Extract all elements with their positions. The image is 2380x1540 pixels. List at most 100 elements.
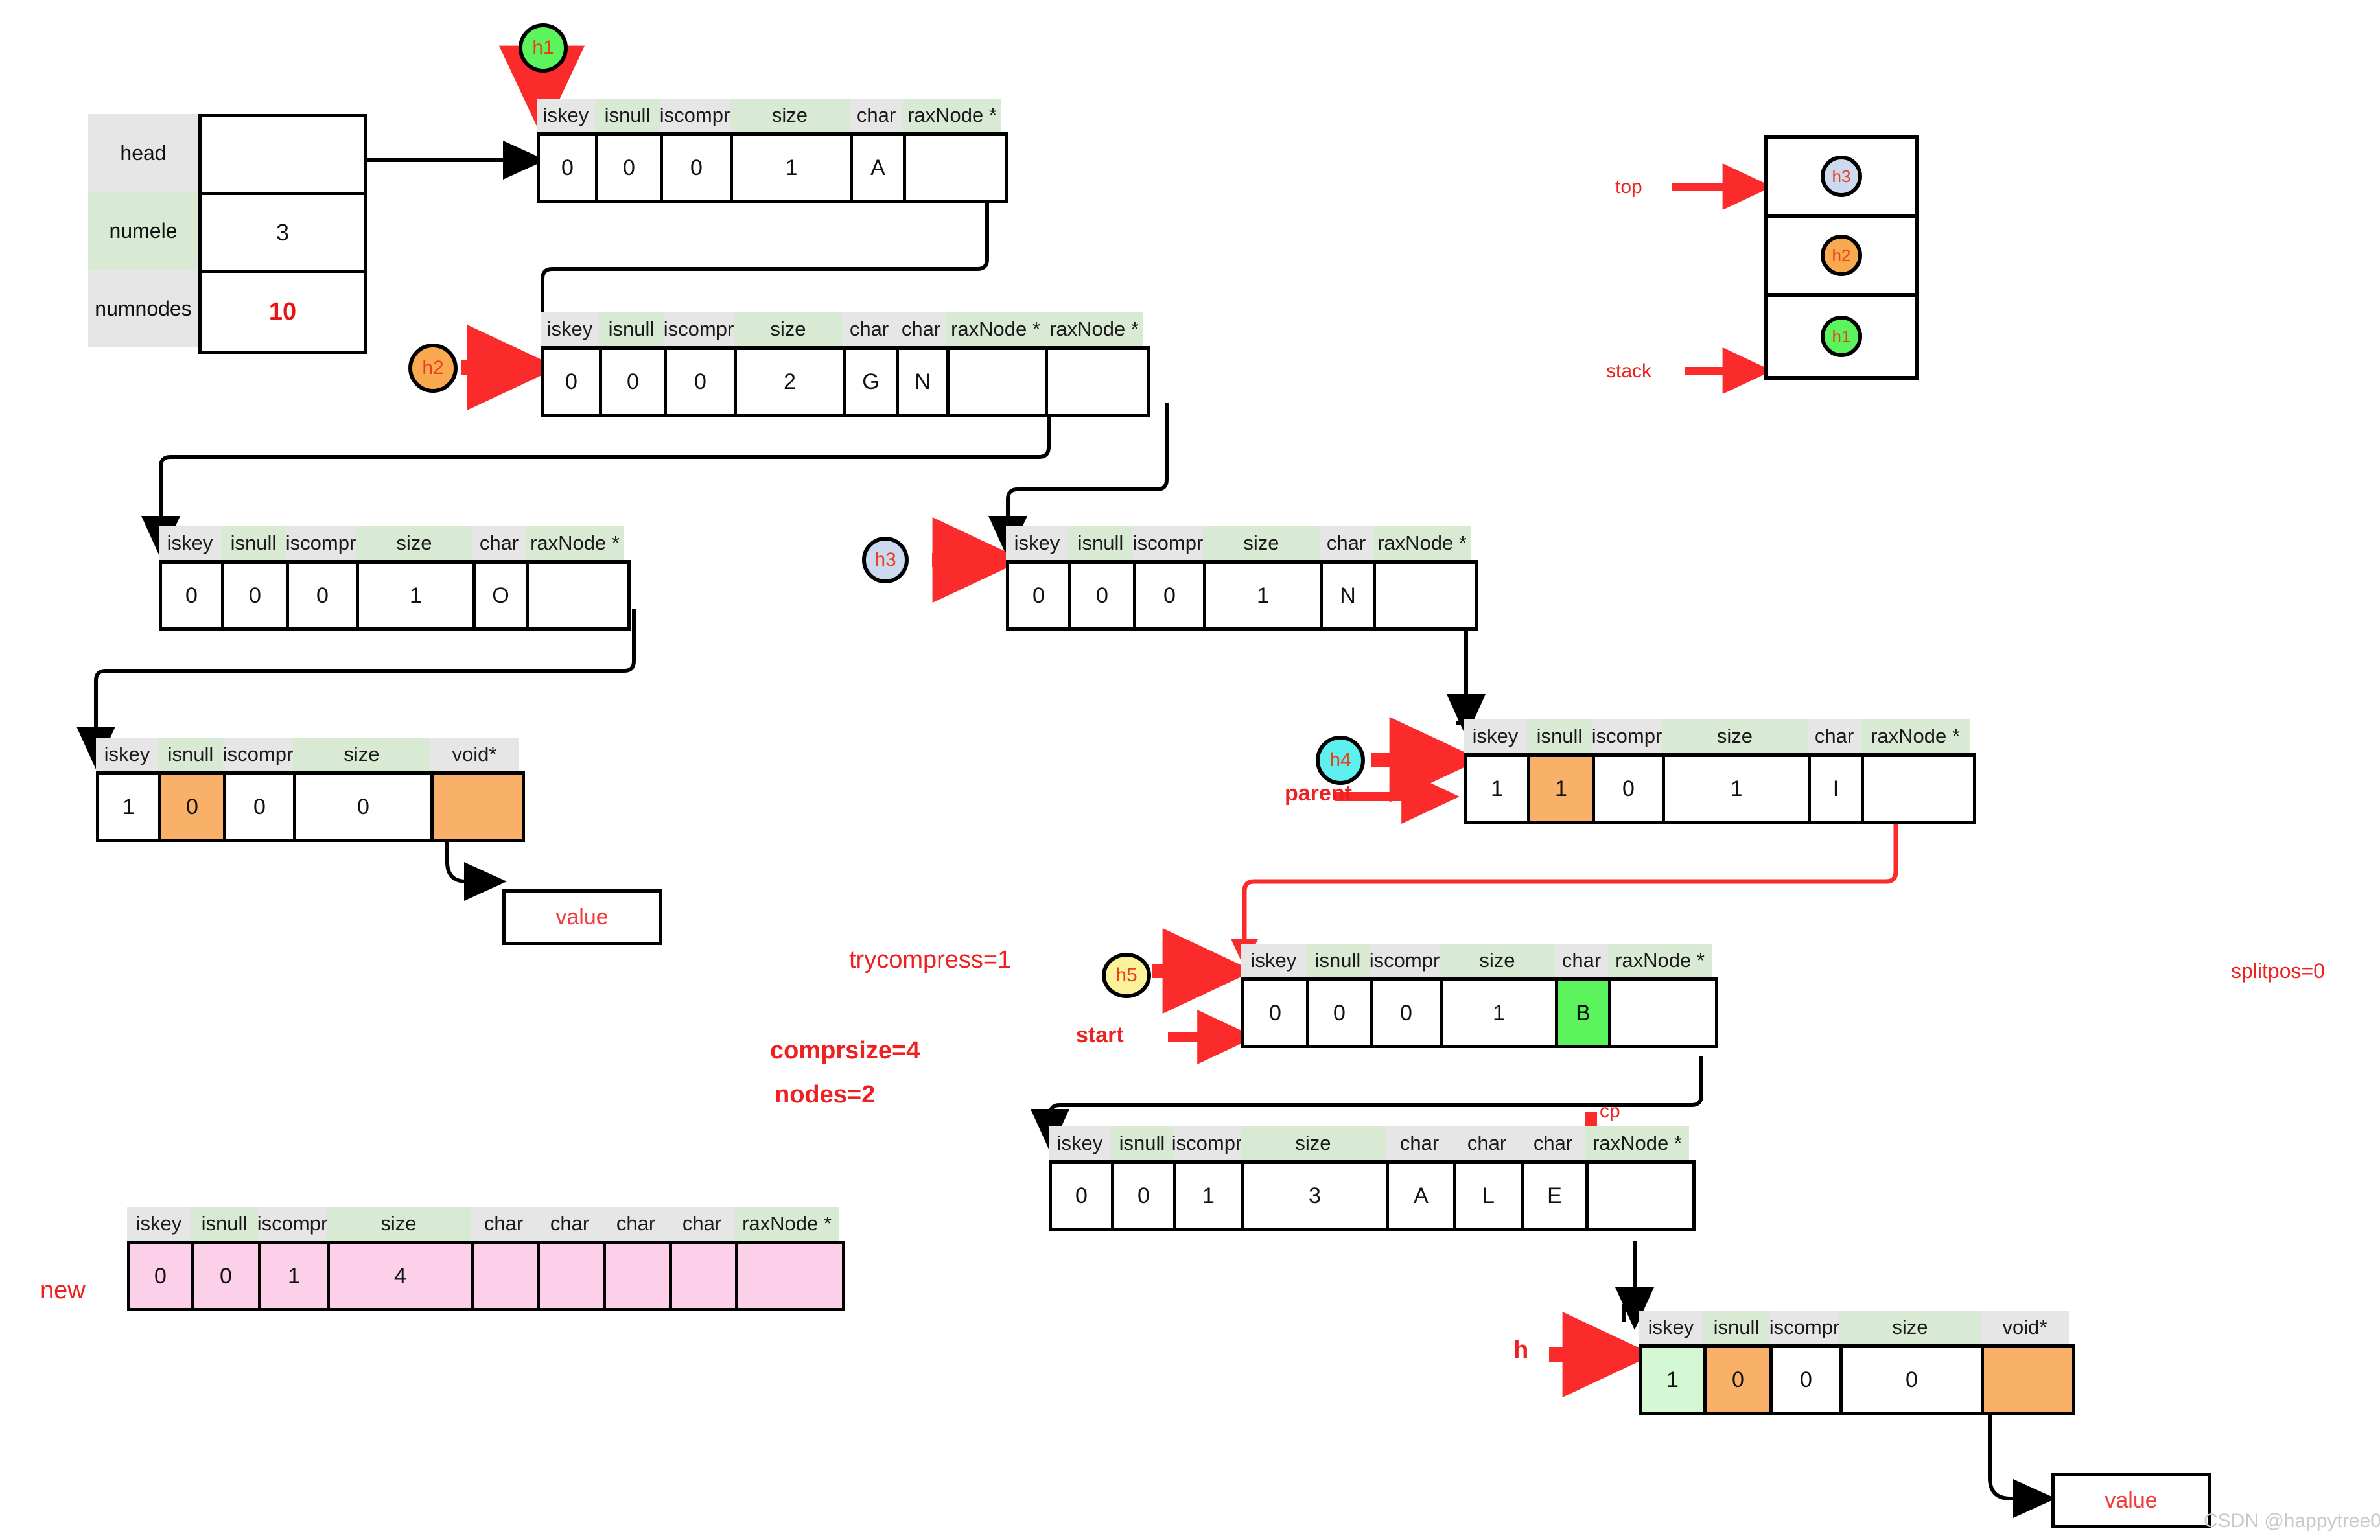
badge-stack-h2: h2 <box>1821 235 1862 276</box>
header-iscompr: iscompr <box>1370 944 1440 977</box>
badge-stack-h1-label: h1 <box>1832 326 1851 346</box>
header-char: char <box>1555 944 1608 977</box>
header-isnull: isnull <box>191 1207 258 1241</box>
header-iskey: iskey <box>127 1207 191 1241</box>
label-nodes-count: nodes=2 <box>775 1081 876 1108</box>
header-size: size <box>734 312 843 346</box>
cell-raxnode-2 <box>1048 350 1147 414</box>
cell-char-1 <box>474 1244 540 1308</box>
header-raxnode-1: raxNode * <box>946 312 1045 346</box>
node-h2-headers: iskey isnull iscompr size char char raxN… <box>541 312 1150 346</box>
header-isnull: isnull <box>1527 719 1592 753</box>
cell-char: O <box>476 564 529 627</box>
value-box-bottom: value <box>2051 1473 2211 1528</box>
badge-h3-label: h3 <box>874 549 896 570</box>
cell-char-2 <box>540 1244 606 1308</box>
header-char-3: char <box>1521 1126 1585 1160</box>
header-size: size <box>327 1207 471 1241</box>
header-size: size <box>730 99 850 132</box>
label-splitpos: splitpos=0 <box>2231 959 2325 983</box>
header-iskey: iskey <box>96 738 158 771</box>
header-char-4: char <box>669 1207 735 1241</box>
label-h: h <box>1513 1336 1529 1364</box>
header-char-1: char <box>471 1207 537 1241</box>
node-new-headers: iskey isnull iscompr size char char char… <box>127 1207 845 1241</box>
cell-isnull: 0 <box>1071 564 1136 627</box>
badge-h1-label: h1 <box>532 37 554 58</box>
stack-cell-top: h3 <box>1768 139 1915 218</box>
header-size: size <box>1241 1126 1386 1160</box>
rax-struct-table: head numele numnodes 3 10 <box>88 114 367 354</box>
cell-isnull: 0 <box>1707 1348 1773 1412</box>
cell-iscompr: 0 <box>289 564 359 627</box>
header-voidptr: void* <box>430 738 519 771</box>
cell-isnull: 0 <box>161 775 226 839</box>
cell-char-1: A <box>1389 1164 1456 1228</box>
cell-iscompr: 1 <box>261 1244 330 1308</box>
node-h4: iskey isnull iscompr size char raxNode *… <box>1464 719 1976 824</box>
label-trycompress: trycompress=1 <box>849 946 1012 974</box>
node-o: iskey isnull iscompr size char raxNode *… <box>159 526 631 631</box>
cell-iscompr: 0 <box>1373 981 1443 1045</box>
header-isnull: isnull <box>1111 1126 1173 1160</box>
stack-cell-bottom: h1 <box>1768 297 1915 376</box>
header-char-1: char <box>1386 1126 1453 1160</box>
rax-struct-labels: head numele numnodes <box>88 114 198 354</box>
node-leaf-left-headers: iskey isnull iscompr size void* <box>96 738 525 771</box>
badge-stack-h2-label: h2 <box>1832 245 1851 265</box>
node-leaf-left-values: 1 0 0 0 <box>96 771 525 842</box>
header-raxnode: raxNode * <box>903 99 1001 132</box>
header-isnull: isnull <box>1068 526 1133 560</box>
value-box-left: value <box>502 889 662 945</box>
cell-voidptr <box>1984 1348 2072 1412</box>
cell-iscompr: 0 <box>1773 1348 1843 1412</box>
header-iscompr: iscompr <box>1133 526 1203 560</box>
header-raxnode: raxNode * <box>1861 719 1970 753</box>
wire-h1-to-h2 <box>541 194 989 332</box>
badge-h5-label: h5 <box>1115 964 1138 986</box>
cell-isnull: 0 <box>1114 1164 1176 1228</box>
cell-iscompr: 0 <box>1595 757 1665 821</box>
header-isnull: isnull <box>1703 1311 1769 1344</box>
node-h1-headers: iskey isnull iscompr size char raxNode * <box>537 99 1008 132</box>
badge-stack-h1: h1 <box>1821 316 1862 357</box>
header-raxnode: raxNode * <box>526 526 624 560</box>
node-h2-values: 0 0 0 2 G N <box>541 346 1150 417</box>
value-box-left-label: value <box>555 904 609 929</box>
header-iscompr: iscompr <box>660 99 730 132</box>
badge-h4-label: h4 <box>1329 749 1351 771</box>
node-h4-headers: iskey isnull iscompr size char raxNode * <box>1464 719 1976 753</box>
label-cp: cp <box>1600 1101 1620 1122</box>
cell-iskey: 1 <box>1642 1348 1707 1412</box>
badge-h2-label: h2 <box>422 357 444 379</box>
label-comprsize: comprsize=4 <box>770 1037 920 1064</box>
header-char-2: char <box>896 312 946 346</box>
cell-iskey: 0 <box>544 350 602 414</box>
cell-iskey: 0 <box>1052 1164 1114 1228</box>
cell-char-1: G <box>846 350 899 414</box>
rax-field-head-value <box>202 117 364 195</box>
cell-size: 1 <box>1665 757 1811 821</box>
header-size: size <box>1203 526 1320 560</box>
badge-h5: h5 <box>1102 953 1151 998</box>
header-iskey: iskey <box>1464 719 1527 753</box>
header-iskey: iskey <box>1639 1311 1703 1344</box>
node-h3-values: 0 0 0 1 N <box>1006 560 1478 631</box>
cell-iscompr: 1 <box>1176 1164 1244 1228</box>
cell-raxnode <box>1864 757 1973 821</box>
cell-iskey: 0 <box>1009 564 1071 627</box>
watermark: CSDN @happytree001 <box>2204 1510 2380 1532</box>
node-leaf-left: iskey isnull iscompr size void* 1 0 0 0 <box>96 738 525 842</box>
header-raxnode: raxNode * <box>1608 944 1712 977</box>
cell-size: 1 <box>733 136 853 200</box>
header-char-2: char <box>537 1207 603 1241</box>
cell-iskey: 0 <box>130 1244 194 1308</box>
header-iscompr: iscompr <box>664 312 734 346</box>
rax-field-head-label: head <box>88 114 198 192</box>
cell-iscompr: 0 <box>663 136 733 200</box>
header-iskey: iskey <box>541 312 599 346</box>
cell-iskey: 1 <box>1467 757 1530 821</box>
cell-isnull: 0 <box>602 350 667 414</box>
cell-size: 1 <box>359 564 476 627</box>
header-voidptr: void* <box>1981 1311 2069 1344</box>
